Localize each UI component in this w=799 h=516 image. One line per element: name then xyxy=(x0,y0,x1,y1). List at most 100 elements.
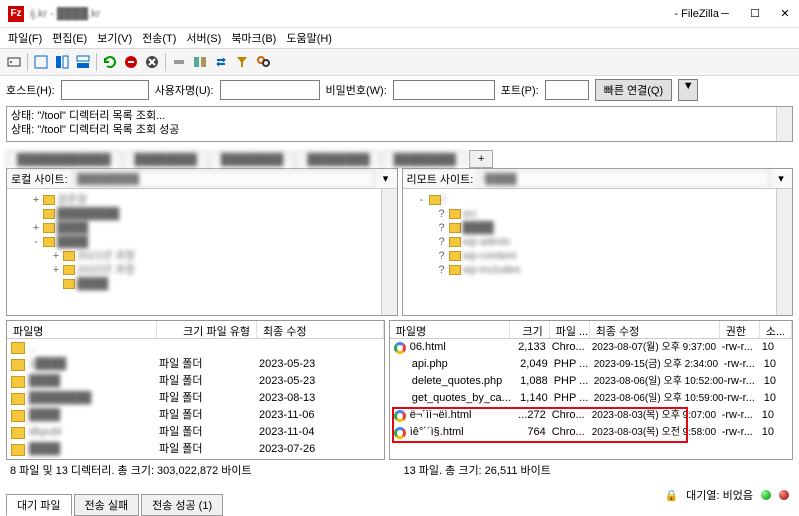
folder-icon xyxy=(11,427,25,439)
quickconnect-button[interactable]: 빠른 연결(Q) xyxy=(595,79,672,101)
close-button[interactable]: ✕ xyxy=(779,8,791,20)
php-icon xyxy=(394,359,408,371)
table-row[interactable]: .. xyxy=(7,339,384,356)
table-row[interactable]: ìê°´´ì§.html764Chro...2023-08-03(목) 오전 9… xyxy=(390,424,792,441)
table-row[interactable]: ë¬´ìì¬ëì.html...272Chro...2023-08-03(목) … xyxy=(390,407,792,424)
table-row[interactable]: 06.html2,133Chro...2023-08-07(월) 오후 9:37… xyxy=(390,339,792,356)
tree-node[interactable]: +검은창 xyxy=(11,193,393,207)
menu-file[interactable]: 파일(F) xyxy=(4,28,46,48)
tree-node[interactable]: ?wp-includes xyxy=(407,263,789,277)
local-file-header[interactable]: 파일명 크기 파일 유형 최종 수정 xyxy=(7,321,384,339)
table-row[interactable]: ████파일 폴더2023-05-23 xyxy=(7,373,384,390)
remote-tree[interactable]: -/?src?████?wp-admin?wp-content?wp-inclu… xyxy=(403,189,793,315)
compare-icon[interactable] xyxy=(190,52,210,72)
site-tab[interactable]: ████████ xyxy=(383,151,467,168)
tree-node[interactable]: +2022년 과정 xyxy=(11,263,393,277)
search-icon[interactable] xyxy=(253,52,273,72)
remote-path-dropdown[interactable]: ▾ xyxy=(774,172,788,185)
table-row[interactable]: 1████파일 폴더2023-05-23 xyxy=(7,356,384,373)
col-modified[interactable]: 최종 수정 xyxy=(590,321,720,338)
minimize-button[interactable]: ─ xyxy=(719,8,731,20)
folder-icon xyxy=(449,223,461,233)
table-row[interactable]: ████파일 폴더2023-11-06 xyxy=(7,407,384,424)
log-scrollbar[interactable] xyxy=(776,107,792,141)
menu-transfer[interactable]: 전송(T) xyxy=(138,28,180,48)
table-row[interactable]: ████████파일 폴더2023-08-13 xyxy=(7,390,384,407)
col-filename[interactable]: 파일명 xyxy=(390,321,510,338)
toggle-tree-icon[interactable] xyxy=(52,52,72,72)
tree-node[interactable]: ?wp-admin xyxy=(407,235,789,249)
local-tree[interactable]: +검은창████████+████-████+2021년 과정+2022년 과정… xyxy=(7,189,397,315)
new-tab-button[interactable]: + xyxy=(469,150,493,168)
tree-node[interactable]: ?src xyxy=(407,207,789,221)
host-input[interactable] xyxy=(61,80,149,100)
menu-help[interactable]: 도움말(H) xyxy=(282,28,336,48)
remote-tree-scrollbar[interactable] xyxy=(776,189,792,315)
col-modified[interactable]: 최종 수정 xyxy=(257,321,384,338)
table-row[interactable]: ████파일 폴더2023-07-26 xyxy=(7,441,384,458)
menu-edit[interactable]: 편집(E) xyxy=(48,28,91,48)
col-filename[interactable]: 파일명 xyxy=(7,321,157,338)
tree-node[interactable]: ?████ xyxy=(407,221,789,235)
site-manager-icon[interactable] xyxy=(4,52,24,72)
folder-icon xyxy=(11,410,25,422)
folder-icon xyxy=(11,342,25,354)
site-tab[interactable]: ████████████ xyxy=(6,151,122,168)
local-tree-scrollbar[interactable] xyxy=(381,189,397,315)
remote-file-list[interactable]: 06.html2,133Chro...2023-08-07(월) 오후 9:37… xyxy=(390,339,792,459)
remote-status: 13 파일. 총 크기: 26,511 바이트 xyxy=(400,462,794,478)
tree-node[interactable]: ████ xyxy=(11,277,393,291)
sync-icon[interactable] xyxy=(211,52,231,72)
toggle-queue-icon[interactable] xyxy=(73,52,93,72)
tree-node[interactable]: -/ xyxy=(407,193,789,207)
col-size[interactable]: 크기 xyxy=(510,321,550,338)
quickconnect-dropdown[interactable]: ▼ xyxy=(678,79,698,101)
table-row[interactable]: dkpubl파일 폴더2023-11-04 xyxy=(7,424,384,441)
menu-view[interactable]: 보기(V) xyxy=(93,28,136,48)
maximize-button[interactable]: ☐ xyxy=(749,8,761,20)
col-size-type[interactable]: 크기 파일 유형 xyxy=(157,321,257,338)
tree-node[interactable]: ?wp-content xyxy=(407,249,789,263)
pass-label: 비밀번호(W): xyxy=(326,82,387,98)
site-tab[interactable]: ████████ xyxy=(296,151,380,168)
col-perm[interactable]: 권한 xyxy=(720,321,760,338)
site-tab[interactable]: ████████ xyxy=(124,151,208,168)
col-type[interactable]: 파일 ... xyxy=(550,321,590,338)
menu-server[interactable]: 서버(S) xyxy=(182,28,225,48)
col-owner[interactable]: 소... xyxy=(760,321,792,338)
folder-icon xyxy=(449,209,461,219)
reconnect-icon[interactable] xyxy=(169,52,189,72)
tree-node[interactable]: -████ xyxy=(11,235,393,249)
log-line: 상태: "/tool" 디렉터리 목록 조회 성공 xyxy=(11,123,788,137)
tree-node[interactable]: ████████ xyxy=(11,207,393,221)
table-row[interactable]: api.php2,049PHP ...2023-09-15(금) 오후 2:34… xyxy=(390,356,792,373)
folder-icon xyxy=(63,265,75,275)
remote-file-header[interactable]: 파일명 크기 파일 ... 최종 수정 권한 소... xyxy=(390,321,792,339)
remote-path-input[interactable] xyxy=(477,170,770,188)
username-input[interactable] xyxy=(220,80,320,100)
port-input[interactable] xyxy=(545,80,589,100)
local-path-input[interactable] xyxy=(72,170,375,188)
chrome-icon xyxy=(394,342,406,354)
queue-status: 대기열: 비었음 xyxy=(686,487,753,503)
app-icon: Fz xyxy=(8,6,24,22)
menu-bookmarks[interactable]: 북마크(B) xyxy=(227,28,280,48)
local-file-list[interactable]: ..1████파일 폴더2023-05-23████파일 폴더2023-05-2… xyxy=(7,339,384,459)
toggle-log-icon[interactable] xyxy=(31,52,51,72)
filter-icon[interactable] xyxy=(232,52,252,72)
tree-node[interactable]: +████ xyxy=(11,221,393,235)
footer: 🔒 대기열: 비었음 xyxy=(0,486,799,504)
site-tab[interactable]: ████████ xyxy=(210,151,294,168)
remote-pane: 리모트 사이트: ▾ -/?src?████?wp-admin?wp-conte… xyxy=(402,168,794,316)
folder-icon xyxy=(11,444,25,456)
disconnect-icon[interactable] xyxy=(142,52,162,72)
tree-node[interactable]: +2021년 과정 xyxy=(11,249,393,263)
site-tabs: ████████████ ████████ ████████ ████████ … xyxy=(0,146,799,168)
password-input[interactable] xyxy=(393,80,495,100)
stop-icon[interactable] xyxy=(121,52,141,72)
table-row[interactable]: delete_quotes.php1,088PHP ...2023-08-06(… xyxy=(390,373,792,390)
local-path-dropdown[interactable]: ▾ xyxy=(379,172,393,185)
table-row[interactable]: get_quotes_by_ca...1,140PHP ...2023-08-0… xyxy=(390,390,792,407)
refresh-icon[interactable] xyxy=(100,52,120,72)
log-line: 상태: "/tool" 디렉터리 목록 조회... xyxy=(11,109,788,123)
